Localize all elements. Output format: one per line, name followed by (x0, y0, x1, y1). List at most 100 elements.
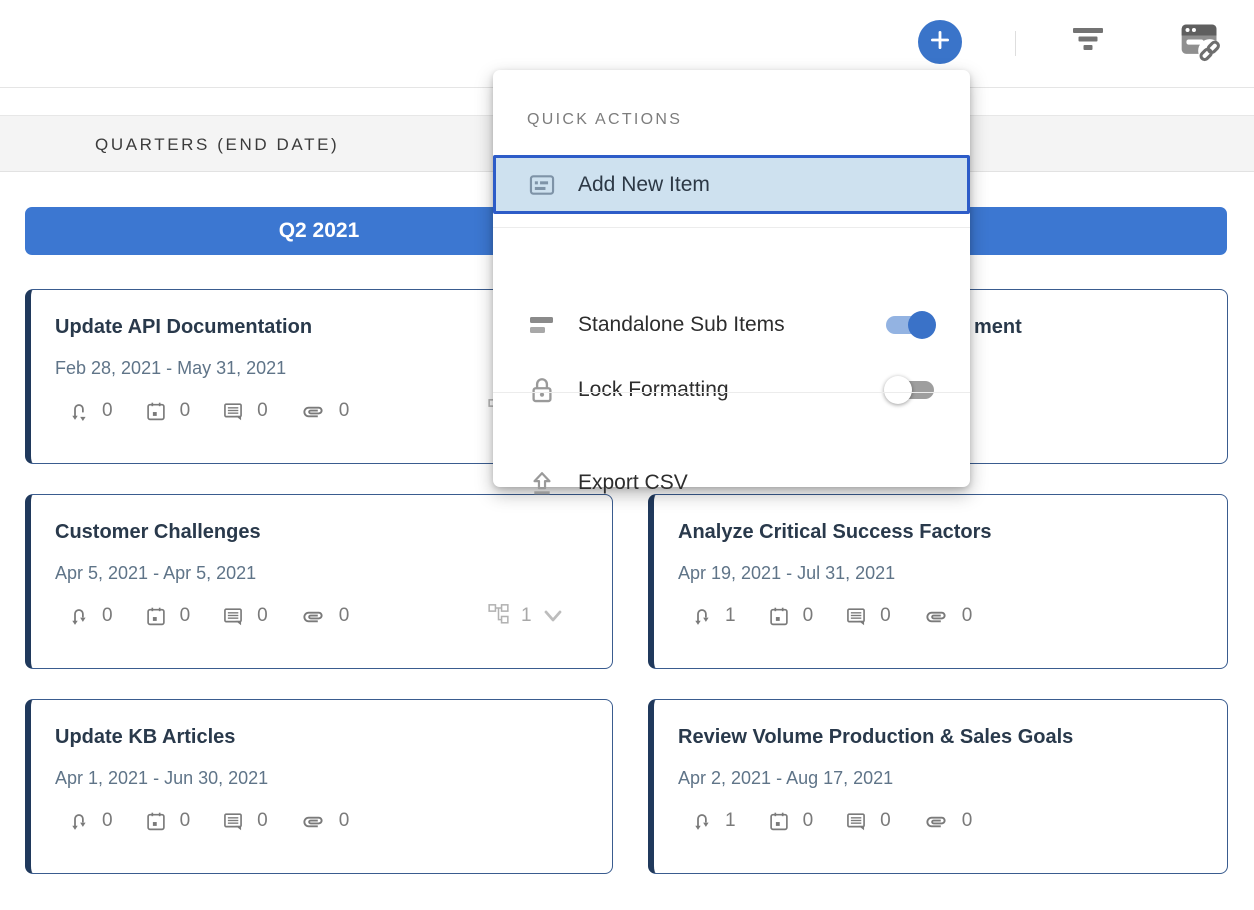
filter-button[interactable] (1068, 30, 1108, 54)
quarters-header-label: QUARTERS (END DATE) (95, 135, 339, 155)
standalone-sub-items-toggle[interactable] (886, 316, 934, 334)
count-value: 0 (180, 810, 191, 832)
dates-count: 0 (768, 810, 814, 833)
count-value: 0 (339, 400, 350, 422)
attachments-icon (300, 810, 326, 833)
count-value: 0 (180, 400, 191, 422)
dependencies-count: 0 (68, 400, 113, 423)
menu-item-label: Export CSV (578, 471, 688, 495)
toolbar-divider (1015, 31, 1016, 56)
dependencies-icon (691, 810, 712, 833)
calendar-icon (145, 605, 167, 628)
dependencies-icon (68, 605, 89, 628)
count-value: 0 (257, 400, 268, 422)
attachments-icon (300, 605, 326, 628)
menu-item-label: Add New Item (578, 173, 710, 197)
count-value: 1 (725, 605, 736, 627)
comments-icon (222, 605, 244, 628)
dates-count: 0 (768, 605, 814, 628)
menu-item-export-csv[interactable]: Export CSV (493, 458, 970, 508)
dates-count: 0 (145, 810, 191, 833)
roadmap-card[interactable]: Review Volume Production & Sales Goals A… (648, 699, 1228, 874)
card-title: Customer Challenges (55, 521, 261, 544)
calendar-icon (768, 605, 790, 628)
share-roadmap-button[interactable] (1176, 20, 1224, 66)
chevron-down-icon[interactable] (541, 607, 565, 625)
count-value: 0 (880, 605, 891, 627)
window-link-icon (1177, 19, 1223, 68)
subitems-indicator[interactable]: 1 (488, 601, 565, 631)
lock-formatting-toggle[interactable] (886, 381, 934, 399)
card-date-range: Apr 1, 2021 - Jun 30, 2021 (55, 768, 268, 789)
card-title: Analyze Critical Success Factors (678, 521, 991, 544)
quarter-bar-label: Q2 2021 (279, 219, 360, 243)
dates-count: 0 (145, 400, 191, 423)
card-item-icon (526, 172, 558, 198)
attachments-icon (923, 605, 949, 628)
roadmap-card[interactable]: Customer Challenges Apr 5, 2021 - Apr 5,… (25, 494, 613, 669)
menu-item-label: Standalone Sub Items (578, 313, 785, 337)
lock-icon (526, 374, 558, 406)
menu-item-standalone-sub-items[interactable]: Standalone Sub Items (493, 300, 970, 350)
dependencies-icon (691, 605, 712, 628)
dates-count: 0 (145, 605, 191, 628)
roadmap-card[interactable]: Update KB Articles Apr 1, 2021 - Jun 30,… (25, 699, 613, 874)
menu-divider (493, 392, 970, 393)
count-value: 0 (962, 605, 973, 627)
count-value: 0 (257, 605, 268, 627)
attachments-count: 0 (300, 400, 350, 423)
roadmap-card[interactable]: Analyze Critical Success Factors Apr 19,… (648, 494, 1228, 669)
attachments-count: 0 (923, 605, 973, 628)
dependencies-count: 0 (68, 810, 113, 833)
comments-count: 0 (845, 605, 891, 628)
card-counts-row: 0 0 0 0 (68, 603, 381, 629)
card-title: Update API Documentation (55, 316, 312, 339)
count-value: 0 (257, 810, 268, 832)
card-counts-row: 1 0 0 0 (691, 808, 1004, 834)
count-value: 0 (803, 605, 814, 627)
attachments-count: 0 (300, 810, 350, 833)
dependencies-count: 0 (68, 605, 113, 628)
quick-actions-header: QUICK ACTIONS (527, 111, 682, 129)
comments-icon (222, 400, 244, 423)
card-title-fragment: ment (974, 316, 1022, 339)
count-value: 0 (803, 810, 814, 832)
count-value: 0 (180, 605, 191, 627)
menu-item-add-new-item[interactable]: Add New Item (493, 155, 970, 214)
calendar-icon (145, 400, 167, 423)
card-counts-row: 1 0 0 0 (691, 603, 1004, 629)
add-button[interactable] (918, 20, 962, 64)
toggle-knob (884, 376, 912, 404)
quick-actions-menu: QUICK ACTIONS Add New Item Standalone Su… (493, 70, 970, 487)
card-date-range: Apr 19, 2021 - Jul 31, 2021 (678, 563, 895, 584)
attachments-count: 0 (300, 605, 350, 628)
attachments-icon (300, 400, 326, 423)
card-title: Review Volume Production & Sales Goals (678, 726, 1073, 749)
comments-icon (845, 810, 867, 833)
upload-icon (526, 468, 558, 498)
attachments-icon (923, 810, 949, 833)
card-date-range: Apr 2, 2021 - Aug 17, 2021 (678, 768, 893, 789)
menu-divider (493, 227, 970, 228)
subitems-tree-icon (488, 603, 509, 630)
card-date-range: Apr 5, 2021 - Apr 5, 2021 (55, 563, 256, 584)
dependencies-count: 1 (691, 810, 736, 833)
count-value: 0 (339, 605, 350, 627)
attachments-count: 0 (923, 810, 973, 833)
comments-count: 0 (222, 605, 268, 628)
dependencies-icon (68, 810, 89, 833)
comments-icon (845, 605, 867, 628)
comments-icon (222, 810, 244, 833)
comments-count: 0 (845, 810, 891, 833)
dependencies-icon (68, 400, 89, 423)
menu-item-lock-formatting[interactable]: Lock Formatting (493, 365, 970, 415)
filter-icon (1072, 28, 1104, 56)
card-title: Update KB Articles (55, 726, 235, 749)
calendar-icon (145, 810, 167, 833)
count-value: 0 (880, 810, 891, 832)
count-value: 0 (102, 605, 113, 627)
plus-icon (927, 27, 953, 58)
count-value: 1 (725, 810, 736, 832)
toggle-knob (908, 311, 936, 339)
card-counts-row: 0 0 0 0 (68, 808, 381, 834)
